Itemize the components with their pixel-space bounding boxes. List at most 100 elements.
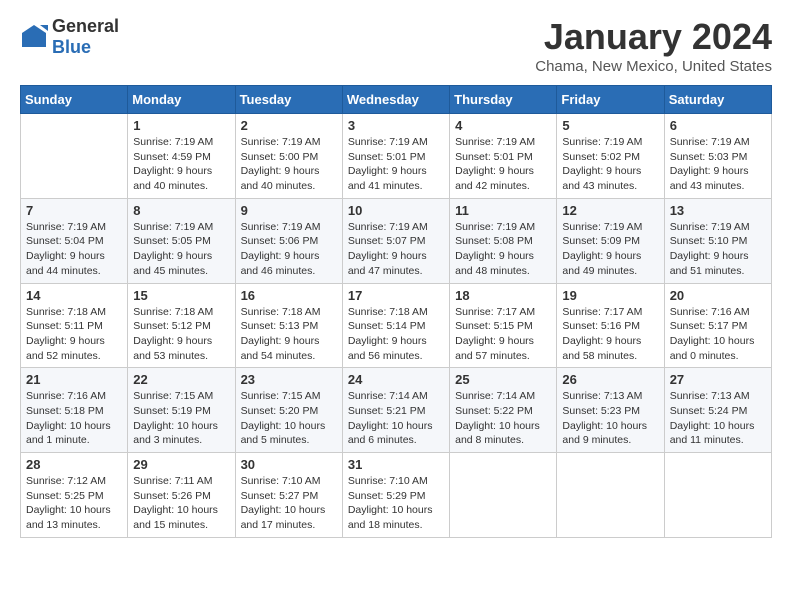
day-number: 7 (26, 203, 122, 218)
day-info: Sunrise: 7:19 AMSunset: 5:03 PMDaylight:… (670, 135, 766, 194)
calendar-cell: 21 Sunrise: 7:16 AMSunset: 5:18 PMDayligh… (21, 368, 128, 453)
day-info: Sunrise: 7:19 AMSunset: 5:09 PMDaylight:… (562, 220, 658, 279)
calendar-table: SundayMondayTuesdayWednesdayThursdayFrid… (20, 85, 772, 538)
calendar-cell: 29Sunrise: 7:11 AMSunset: 5:26 PMDayligh… (128, 453, 235, 538)
calendar-cell: 31Sunrise: 7:10 AMSunset: 5:29 PMDayligh… (342, 453, 449, 538)
day-info: Sunrise: 7:14 AMSunset: 5:21 PMDaylight:… (348, 389, 444, 448)
day-info: Sunrise: 7:19 AMSunset: 4:59 PMDaylight:… (133, 135, 229, 194)
calendar-cell: 9 Sunrise: 7:19 AMSunset: 5:06 PMDaylight… (235, 198, 342, 283)
day-info: Sunrise: 7:12 AMSunset: 5:25 PMDaylight:… (26, 474, 122, 533)
day-number: 11 (455, 203, 551, 218)
day-number: 18 (455, 288, 551, 303)
calendar-week-row: 21 Sunrise: 7:16 AMSunset: 5:18 PMDayligh… (21, 368, 772, 453)
logo-icon (20, 23, 48, 51)
day-number: 14 (26, 288, 122, 303)
day-info: Sunrise: 7:19 AMSunset: 5:07 PMDaylight:… (348, 220, 444, 279)
calendar-cell (664, 453, 771, 538)
day-number: 15 (133, 288, 229, 303)
day-number: 6 (670, 118, 766, 133)
day-info: Sunrise: 7:10 AMSunset: 5:27 PMDaylight:… (241, 474, 337, 533)
calendar-cell (557, 453, 664, 538)
day-number: 31 (348, 457, 444, 472)
calendar-cell (450, 453, 557, 538)
calendar-cell: 5 Sunrise: 7:19 AMSunset: 5:02 PMDaylight… (557, 114, 664, 199)
day-number: 12 (562, 203, 658, 218)
day-info: Sunrise: 7:19 AMSunset: 5:08 PMDaylight:… (455, 220, 551, 279)
calendar-cell: 30 Sunrise: 7:10 AMSunset: 5:27 PMDayligh… (235, 453, 342, 538)
day-info: Sunrise: 7:17 AMSunset: 5:15 PMDaylight:… (455, 305, 551, 364)
calendar-cell: 7Sunrise: 7:19 AMSunset: 5:04 PMDaylight… (21, 198, 128, 283)
calendar-week-row: 28 Sunrise: 7:12 AMSunset: 5:25 PMDayligh… (21, 453, 772, 538)
day-info: Sunrise: 7:14 AMSunset: 5:22 PMDaylight:… (455, 389, 551, 448)
day-info: Sunrise: 7:19 AMSunset: 5:01 PMDaylight:… (455, 135, 551, 194)
calendar-cell: 25Sunrise: 7:14 AMSunset: 5:22 PMDayligh… (450, 368, 557, 453)
location-title: Chama, New Mexico, United States (535, 58, 772, 75)
day-number: 26 (562, 372, 658, 387)
day-info: Sunrise: 7:15 AMSunset: 5:20 PMDaylight:… (241, 389, 337, 448)
day-info: Sunrise: 7:19 AMSunset: 5:06 PMDaylight:… (241, 220, 337, 279)
calendar-cell: 19 Sunrise: 7:17 AMSunset: 5:16 PMDayligh… (557, 283, 664, 368)
calendar-cell: 17 Sunrise: 7:18 AMSunset: 5:14 PMDayligh… (342, 283, 449, 368)
calendar-cell: 16 Sunrise: 7:18 AMSunset: 5:13 PMDayligh… (235, 283, 342, 368)
logo: General Blue (20, 16, 119, 58)
calendar-cell: 22Sunrise: 7:15 AMSunset: 5:19 PMDayligh… (128, 368, 235, 453)
calendar-cell: 13 Sunrise: 7:19 AMSunset: 5:10 PMDayligh… (664, 198, 771, 283)
day-number: 30 (241, 457, 337, 472)
day-info: Sunrise: 7:18 AMSunset: 5:14 PMDaylight:… (348, 305, 444, 364)
calendar-cell (21, 114, 128, 199)
day-header-wednesday: Wednesday (342, 86, 449, 114)
title-block: January 2024 Chama, New Mexico, United S… (535, 16, 772, 75)
day-number: 5 (562, 118, 658, 133)
day-info: Sunrise: 7:19 AMSunset: 5:02 PMDaylight:… (562, 135, 658, 194)
day-info: Sunrise: 7:18 AMSunset: 5:12 PMDaylight:… (133, 305, 229, 364)
day-number: 21 (26, 372, 122, 387)
calendar-cell: 27 Sunrise: 7:13 AMSunset: 5:24 PMDayligh… (664, 368, 771, 453)
calendar-cell: 14Sunrise: 7:18 AMSunset: 5:11 PMDayligh… (21, 283, 128, 368)
calendar-cell: 11 Sunrise: 7:19 AMSunset: 5:08 PMDayligh… (450, 198, 557, 283)
day-info: Sunrise: 7:18 AMSunset: 5:13 PMDaylight:… (241, 305, 337, 364)
day-number: 17 (348, 288, 444, 303)
day-number: 23 (241, 372, 337, 387)
logo-blue: Blue (52, 37, 91, 57)
day-info: Sunrise: 7:17 AMSunset: 5:16 PMDaylight:… (562, 305, 658, 364)
day-info: Sunrise: 7:13 AMSunset: 5:24 PMDaylight:… (670, 389, 766, 448)
calendar-cell: 12 Sunrise: 7:19 AMSunset: 5:09 PMDayligh… (557, 198, 664, 283)
day-number: 24 (348, 372, 444, 387)
day-number: 4 (455, 118, 551, 133)
day-number: 22 (133, 372, 229, 387)
calendar-cell: 15 Sunrise: 7:18 AMSunset: 5:12 PMDayligh… (128, 283, 235, 368)
day-info: Sunrise: 7:11 AMSunset: 5:26 PMDaylight:… (133, 474, 229, 533)
calendar-week-row: 1 Sunrise: 7:19 AMSunset: 4:59 PMDaylight… (21, 114, 772, 199)
day-header-sunday: Sunday (21, 86, 128, 114)
day-number: 16 (241, 288, 337, 303)
day-number: 1 (133, 118, 229, 133)
day-number: 10 (348, 203, 444, 218)
day-header-tuesday: Tuesday (235, 86, 342, 114)
logo-general: General (52, 16, 119, 36)
calendar-cell: 3Sunrise: 7:19 AMSunset: 5:01 PMDaylight… (342, 114, 449, 199)
day-number: 9 (241, 203, 337, 218)
day-info: Sunrise: 7:16 AMSunset: 5:18 PMDaylight:… (26, 389, 122, 448)
calendar-cell: 1 Sunrise: 7:19 AMSunset: 4:59 PMDaylight… (128, 114, 235, 199)
day-header-friday: Friday (557, 86, 664, 114)
day-number: 13 (670, 203, 766, 218)
month-title: January 2024 (535, 16, 772, 58)
day-number: 19 (562, 288, 658, 303)
day-info: Sunrise: 7:19 AMSunset: 5:00 PMDaylight:… (241, 135, 337, 194)
day-number: 8 (133, 203, 229, 218)
calendar-cell: 28 Sunrise: 7:12 AMSunset: 5:25 PMDayligh… (21, 453, 128, 538)
day-info: Sunrise: 7:19 AMSunset: 5:10 PMDaylight:… (670, 220, 766, 279)
page-header: General Blue January 2024 Chama, New Mex… (20, 16, 772, 75)
day-info: Sunrise: 7:13 AMSunset: 5:23 PMDaylight:… (562, 389, 658, 448)
calendar-week-row: 14Sunrise: 7:18 AMSunset: 5:11 PMDayligh… (21, 283, 772, 368)
day-header-saturday: Saturday (664, 86, 771, 114)
day-number: 27 (670, 372, 766, 387)
day-number: 2 (241, 118, 337, 133)
calendar-cell: 23 Sunrise: 7:15 AMSunset: 5:20 PMDayligh… (235, 368, 342, 453)
calendar-cell: 24 Sunrise: 7:14 AMSunset: 5:21 PMDayligh… (342, 368, 449, 453)
calendar-cell: 10 Sunrise: 7:19 AMSunset: 5:07 PMDayligh… (342, 198, 449, 283)
day-header-thursday: Thursday (450, 86, 557, 114)
day-number: 28 (26, 457, 122, 472)
day-info: Sunrise: 7:19 AMSunset: 5:05 PMDaylight:… (133, 220, 229, 279)
calendar-cell: 8 Sunrise: 7:19 AMSunset: 5:05 PMDaylight… (128, 198, 235, 283)
